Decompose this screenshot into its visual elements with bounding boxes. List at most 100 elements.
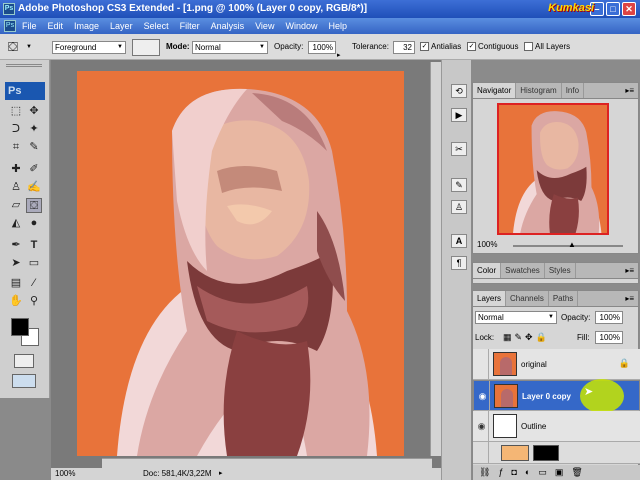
tab-paths[interactable]: Paths <box>549 291 579 306</box>
tab-color[interactable]: Color <box>473 263 502 278</box>
tab-channels[interactable]: Channels <box>506 291 549 306</box>
all-layers-checkbox[interactable] <box>524 42 533 51</box>
contiguous-checkbox[interactable]: ✓ <box>467 42 476 51</box>
menu-file[interactable]: File <box>22 18 37 34</box>
clone-stamp-tool-icon[interactable]: ♙ <box>8 180 24 195</box>
dodge-tool-icon[interactable]: ● <box>26 216 42 231</box>
layer-row-original[interactable]: original 🔒 <box>473 349 640 380</box>
close-button[interactable]: ✕ <box>622 2 636 16</box>
lock-options-icon[interactable]: ▦✎✥🔒 <box>503 332 550 343</box>
shape-tool-icon[interactable]: ▭ <box>26 256 42 271</box>
tab-navigator[interactable]: Navigator <box>473 83 517 98</box>
menu-image[interactable]: Image <box>74 18 99 34</box>
zoom-tool-icon[interactable]: ⚲ <box>26 294 42 309</box>
menu-filter[interactable]: Filter <box>180 18 200 34</box>
brushes-panel-icon[interactable]: ✎ <box>451 178 467 192</box>
eye-icon[interactable]: ◉ <box>475 411 489 442</box>
visibility-toggle[interactable] <box>475 349 489 380</box>
antialias-checkbox[interactable]: ✓ <box>420 42 429 51</box>
panel-menu-icon[interactable]: ▸≡ <box>625 83 634 99</box>
layer-thumbnail <box>493 352 517 376</box>
panel-menu-icon[interactable]: ▸≡ <box>625 291 634 307</box>
healing-brush-tool-icon[interactable]: ✚ <box>8 162 24 177</box>
tab-info[interactable]: Info <box>562 83 585 98</box>
tab-layers[interactable]: Layers <box>473 291 507 306</box>
horizontal-scrollbar[interactable] <box>102 458 432 468</box>
mode-select[interactable]: Normal ▼ <box>192 41 268 54</box>
menu-edit[interactable]: Edit <box>48 18 64 34</box>
pattern-picker[interactable] <box>132 39 160 56</box>
zoom-level[interactable]: 100% <box>55 468 75 480</box>
new-group-icon[interactable]: ▭ <box>538 467 555 477</box>
tool-preset-dropdown-icon[interactable]: ▼ <box>26 34 32 60</box>
menu-analysis[interactable]: Analysis <box>211 18 245 34</box>
character-panel-icon[interactable]: A <box>451 234 467 248</box>
layer-style-icon[interactable]: ƒ <box>498 467 511 477</box>
contiguous-label: Contiguous <box>478 42 519 51</box>
toolbox-grip[interactable] <box>6 64 42 67</box>
new-layer-icon[interactable]: ▣ <box>555 467 572 477</box>
document-canvas[interactable] <box>77 71 404 456</box>
layer-row-outline[interactable]: ◉ Outline <box>473 411 640 442</box>
layer-row-layer-0-copy[interactable]: ◉ Layer 0 copy ➤ <box>473 379 640 413</box>
layer-name[interactable]: Outline <box>521 411 546 442</box>
status-arrow-icon[interactable]: ▸ <box>219 468 223 480</box>
ps-menu-icon[interactable]: Ps <box>4 20 16 32</box>
opacity-field[interactable]: 100% <box>308 41 336 54</box>
menu-window[interactable]: Window <box>285 18 317 34</box>
foreground-color-swatch[interactable] <box>11 318 29 336</box>
menu-view[interactable]: View <box>255 18 274 34</box>
add-mask-icon[interactable]: ◘ <box>511 467 524 477</box>
actions-panel-icon[interactable]: ▶ <box>451 108 467 122</box>
fill-source-select[interactable]: Foreground ▼ <box>52 41 126 54</box>
menu-select[interactable]: Select <box>144 18 169 34</box>
layer-name[interactable]: original <box>521 349 547 380</box>
clone-source-icon[interactable]: ♙ <box>451 200 467 214</box>
move-tool-icon[interactable]: ✥ <box>26 104 42 119</box>
tolerance-field[interactable]: 32 <box>393 41 415 54</box>
menu-help[interactable]: Help <box>328 18 347 34</box>
paragraph-panel-icon[interactable]: ¶ <box>451 256 467 270</box>
panel-menu-icon[interactable]: ▸≡ <box>625 263 634 279</box>
blur-tool-icon[interactable]: ◭ <box>8 216 24 231</box>
magic-wand-tool-icon[interactable]: ✦ <box>26 122 42 137</box>
tab-swatches[interactable]: Swatches <box>501 263 545 278</box>
eraser-tool-icon[interactable]: ▱ <box>8 198 24 213</box>
pen-tool-icon[interactable]: ✒ <box>8 238 24 253</box>
navigator-preview[interactable] <box>497 103 609 235</box>
adjustment-layer-icon[interactable]: ◐ <box>525 467 538 477</box>
blend-mode-select[interactable]: Normal ▼ <box>475 311 557 324</box>
eyedropper-tool-icon[interactable]: ⁄ <box>26 276 42 291</box>
maximize-button[interactable]: □ <box>606 2 620 16</box>
layer-row-fill[interactable] <box>473 442 640 464</box>
fill-field[interactable]: 100% <box>595 331 623 344</box>
delete-layer-icon[interactable]: 🗑 <box>571 467 590 477</box>
menu-layer[interactable]: Layer <box>110 18 133 34</box>
history-panel-icon[interactable]: ⟲ <box>451 84 467 98</box>
screen-mode-icon[interactable] <box>12 374 36 388</box>
eye-icon[interactable] <box>475 442 489 464</box>
eye-icon[interactable]: ◉ <box>476 381 490 412</box>
crop-tool-icon[interactable]: ⌗ <box>8 140 24 155</box>
link-layers-icon[interactable]: ⛓ <box>479 467 498 477</box>
layer-opacity-field[interactable]: 100% <box>595 311 623 324</box>
hand-tool-icon[interactable]: ✋ <box>8 294 24 309</box>
paint-bucket-icon[interactable]: ⛋ <box>8 39 18 55</box>
path-selection-tool-icon[interactable]: ➤ <box>8 256 24 271</box>
history-brush-tool-icon[interactable]: ✍ <box>26 180 42 195</box>
brush-tool-icon[interactable]: ✐ <box>26 162 42 177</box>
slider-thumb-icon[interactable]: ▲ <box>568 240 576 249</box>
marquee-tool-icon[interactable]: ⬚ <box>8 104 24 119</box>
type-tool-icon[interactable]: T <box>26 238 42 253</box>
tab-histogram[interactable]: Histogram <box>516 83 562 98</box>
layer-name[interactable]: Layer 0 copy <box>522 381 571 412</box>
tool-presets-icon[interactable]: ✂ <box>451 142 467 156</box>
quick-mask-icon[interactable] <box>14 354 34 368</box>
slice-tool-icon[interactable]: ✎ <box>26 140 42 155</box>
paint-bucket-tool-icon[interactable]: ⛋ <box>26 198 42 213</box>
tab-styles[interactable]: Styles <box>545 263 576 278</box>
lasso-tool-icon[interactable]: ᑐ <box>8 122 24 137</box>
notes-tool-icon[interactable]: ▤ <box>8 276 24 291</box>
navigator-zoom[interactable]: 100% <box>477 240 497 249</box>
doc-info: Doc: 581,4K/3,22M <box>143 469 212 478</box>
